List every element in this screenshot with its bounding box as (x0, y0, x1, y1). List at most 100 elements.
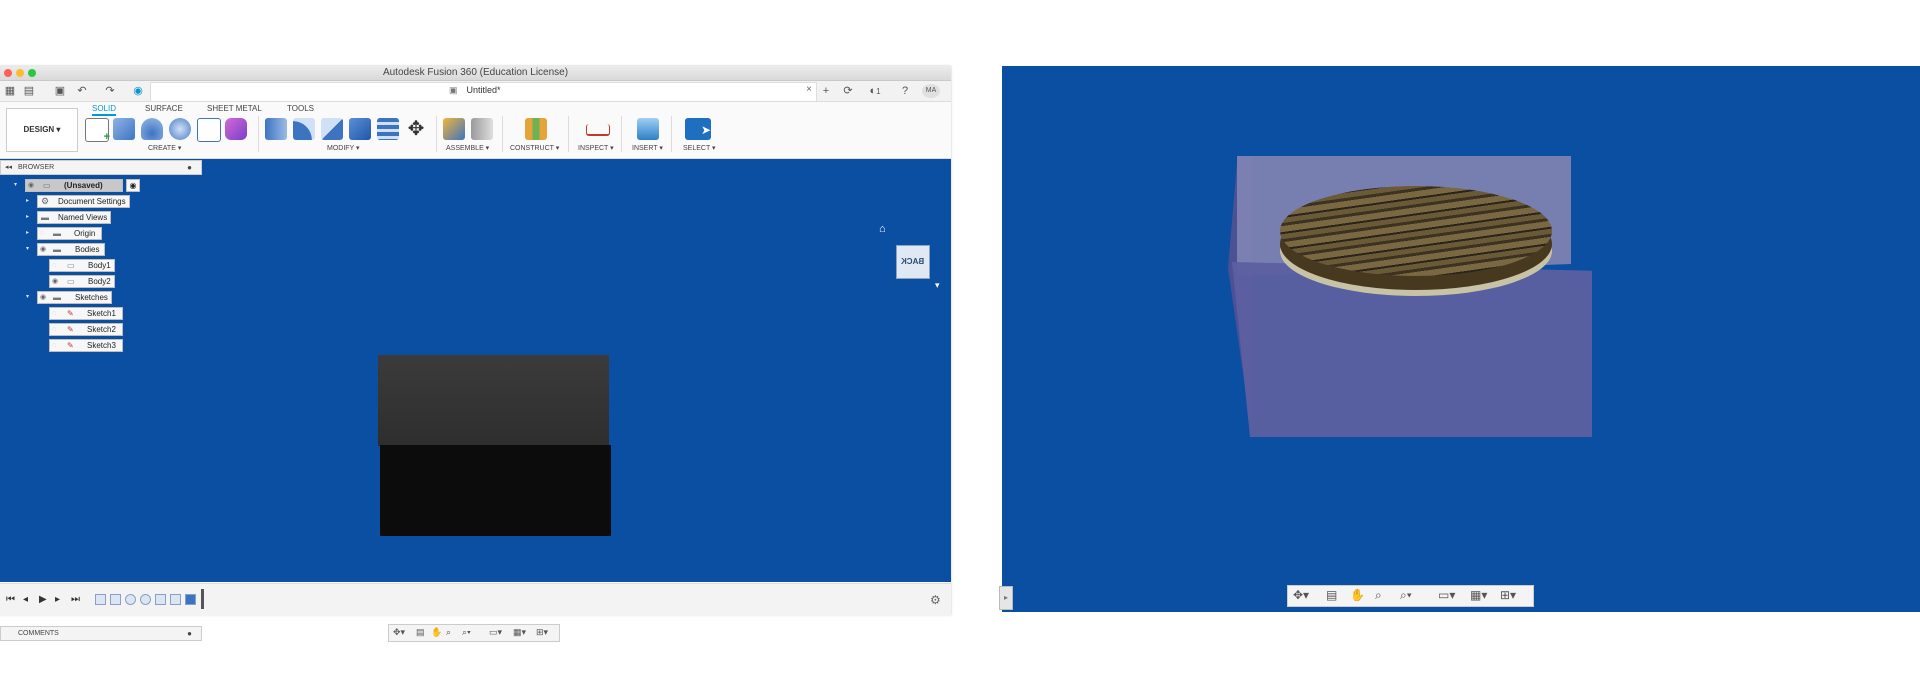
help-icon[interactable]: ? (898, 84, 912, 98)
fit-zoom-icon[interactable]: ⌕▾ (1400, 588, 1412, 603)
move-copy-icon[interactable]: ✥ (405, 118, 427, 140)
undo-icon[interactable]: ↶ (75, 84, 89, 98)
recovery-icon[interactable]: ◉ (131, 84, 145, 98)
timeline-extrude-icon[interactable] (140, 594, 151, 605)
pin-icon[interactable]: ● (187, 161, 192, 174)
radio-active-icon[interactable]: ◉ (126, 179, 140, 192)
browser-item-document-settings[interactable]: ⚙ Document Settings (37, 195, 130, 208)
display-settings-icon[interactable]: ▭▾ (1438, 588, 1455, 602)
save-icon[interactable]: ▣ (53, 84, 67, 98)
extrude-icon[interactable] (113, 118, 135, 140)
measure-icon[interactable] (586, 124, 610, 136)
fit-zoom-icon[interactable]: ⌕▾ (462, 627, 471, 638)
visibility-eye-icon[interactable]: ◉ (28, 180, 34, 191)
go-to-end-icon[interactable]: ⏭ (71, 594, 80, 605)
browser-item-sketch3[interactable]: ◌ ✎ Sketch3 (49, 339, 123, 352)
browser-item-sketches[interactable]: ◉ ▬ Sketches (37, 291, 112, 304)
browser-item-bodies[interactable]: ◉ ▬ Bodies (37, 243, 105, 256)
visibility-eye-icon[interactable]: ◉ (52, 276, 58, 287)
browser-item-named-views[interactable]: ▬ Named Views (37, 211, 111, 224)
pin-icon[interactable]: ● (187, 627, 192, 640)
workspace-switcher[interactable]: DESIGN ▾ (6, 108, 78, 152)
go-to-start-icon[interactable]: ⏮ (6, 594, 15, 605)
data-panel-grid-icon[interactable]: ▦ (3, 84, 17, 98)
create-group-label[interactable]: CREATE ▾ (148, 144, 181, 152)
timeline-marker[interactable] (201, 589, 204, 609)
timeline-sketch-icon[interactable] (155, 594, 166, 605)
viewcube-menu-icon[interactable]: ▾ (935, 280, 940, 291)
browser-item-sketch2[interactable]: ◌ ✎ Sketch2 (49, 323, 123, 336)
inspect-group-label[interactable]: INSPECT ▾ (578, 144, 614, 152)
redo-icon[interactable]: ↷ (103, 84, 117, 98)
body-front-face[interactable] (380, 445, 611, 536)
pattern-icon[interactable] (197, 118, 221, 142)
collapse-sketches-icon[interactable]: ▾ (26, 293, 29, 300)
look-at-icon[interactable]: ▤ (1326, 588, 1337, 602)
zoom-icon[interactable]: ⌕ (446, 627, 451, 638)
visibility-eye-icon[interactable]: ◌ (40, 228, 44, 239)
tab-tools[interactable]: TOOLS (287, 104, 314, 113)
press-pull-icon[interactable] (265, 118, 287, 140)
step-back-icon[interactable]: ◂ (23, 594, 28, 605)
shell-icon[interactable] (377, 118, 399, 140)
select-cursor-icon[interactable]: ➤ (685, 118, 711, 140)
display-settings-icon[interactable]: ▭▾ (489, 627, 502, 638)
step-forward-icon[interactable]: ▸ (55, 594, 60, 605)
browser-item-sketch1[interactable]: ◌ ✎ Sketch1 (49, 307, 123, 320)
file-menu-icon[interactable]: ▤ (22, 84, 36, 98)
canvas-viewport[interactable]: ◂◂ BROWSER ● ▾ ◉ ▭ (Unsaved) ◉ ▸ ⚙ Docum… (0, 159, 951, 642)
browser-item-origin[interactable]: ◌ ▬ Origin (37, 227, 102, 240)
select-group-label[interactable]: SELECT ▾ (683, 144, 716, 152)
collapse-browser-icon[interactable]: ◂◂ (5, 161, 12, 174)
viewports-icon[interactable]: ⊞▾ (536, 627, 548, 638)
document-tab[interactable]: ▣ Untitled* × (150, 82, 817, 101)
viewcube[interactable]: BACK (896, 245, 930, 279)
render-viewport[interactable]: ✥▾ ▤ ✋ ⌕ ⌕▾ ▭▾ ▦▾ ⊞▾ (1002, 66, 1920, 612)
joint-icon[interactable] (471, 118, 493, 140)
visibility-eye-icon[interactable]: ◉ (40, 244, 46, 255)
fillet-icon[interactable] (293, 118, 315, 140)
expand-named-views-icon[interactable]: ▸ (26, 213, 29, 220)
play-icon[interactable]: ▶ (39, 594, 47, 605)
collapse-bodies-icon[interactable]: ▾ (26, 245, 29, 252)
user-avatar[interactable]: MA (922, 84, 940, 98)
pan-hand-icon[interactable]: ✋ (1350, 588, 1365, 602)
chamfer-icon[interactable] (321, 118, 343, 140)
timeline-sketch-icon[interactable] (95, 594, 106, 605)
revolve-icon[interactable] (141, 118, 163, 140)
offset-plane-icon[interactable] (525, 118, 547, 140)
browser-item-root[interactable]: ◉ ▭ (Unsaved) ◉ (25, 179, 140, 192)
insert-image-icon[interactable] (637, 118, 659, 140)
grid-snaps-icon[interactable]: ▦▾ (1470, 588, 1487, 602)
timeline-sketch-icon[interactable] (110, 594, 121, 605)
viewports-icon[interactable]: ⊞▾ (1500, 588, 1516, 602)
orbit-icon[interactable]: ✥▾ (393, 627, 405, 638)
visibility-eye-icon[interactable]: ◌ (52, 260, 56, 271)
expand-panel-tab[interactable]: ▸ (999, 586, 1013, 610)
expand-root-icon[interactable]: ▾ (14, 181, 17, 188)
new-component-icon[interactable] (443, 118, 465, 140)
combine-icon[interactable] (349, 118, 371, 140)
grid-snaps-icon[interactable]: ▦▾ (513, 627, 526, 638)
visibility-eye-icon[interactable]: ◌ (52, 324, 56, 335)
expand-origin-icon[interactable]: ▸ (26, 229, 29, 236)
look-at-icon[interactable]: ▤ (416, 627, 425, 638)
close-tab-icon[interactable]: × (806, 84, 812, 95)
timeline-sketch-icon[interactable] (170, 594, 181, 605)
job-status-icon[interactable]: ◐1 (864, 84, 886, 98)
browser-item-body2[interactable]: ◉ ▭ Body2 (49, 275, 115, 288)
visibility-eye-icon[interactable]: ◌ (52, 340, 56, 351)
visibility-eye-icon[interactable]: ◉ (40, 292, 46, 303)
zoom-icon[interactable]: ⌕ (1375, 588, 1382, 603)
body-top-face[interactable] (378, 355, 609, 446)
timeline-body-icon[interactable] (185, 594, 196, 605)
browser-item-body1[interactable]: ◌ ▭ Body1 (49, 259, 115, 272)
comments-panel-header[interactable]: COMMENTS ● (0, 626, 202, 641)
tab-solid[interactable]: SOLID (92, 104, 117, 116)
home-view-icon[interactable]: ⌂ (879, 223, 886, 235)
create-sketch-icon[interactable]: + (85, 118, 110, 143)
pan-hand-icon[interactable]: ✋ (431, 627, 442, 638)
create-form-icon[interactable] (225, 118, 247, 140)
new-tab-icon[interactable]: + (819, 84, 833, 98)
visibility-eye-icon[interactable]: ◌ (52, 308, 56, 319)
